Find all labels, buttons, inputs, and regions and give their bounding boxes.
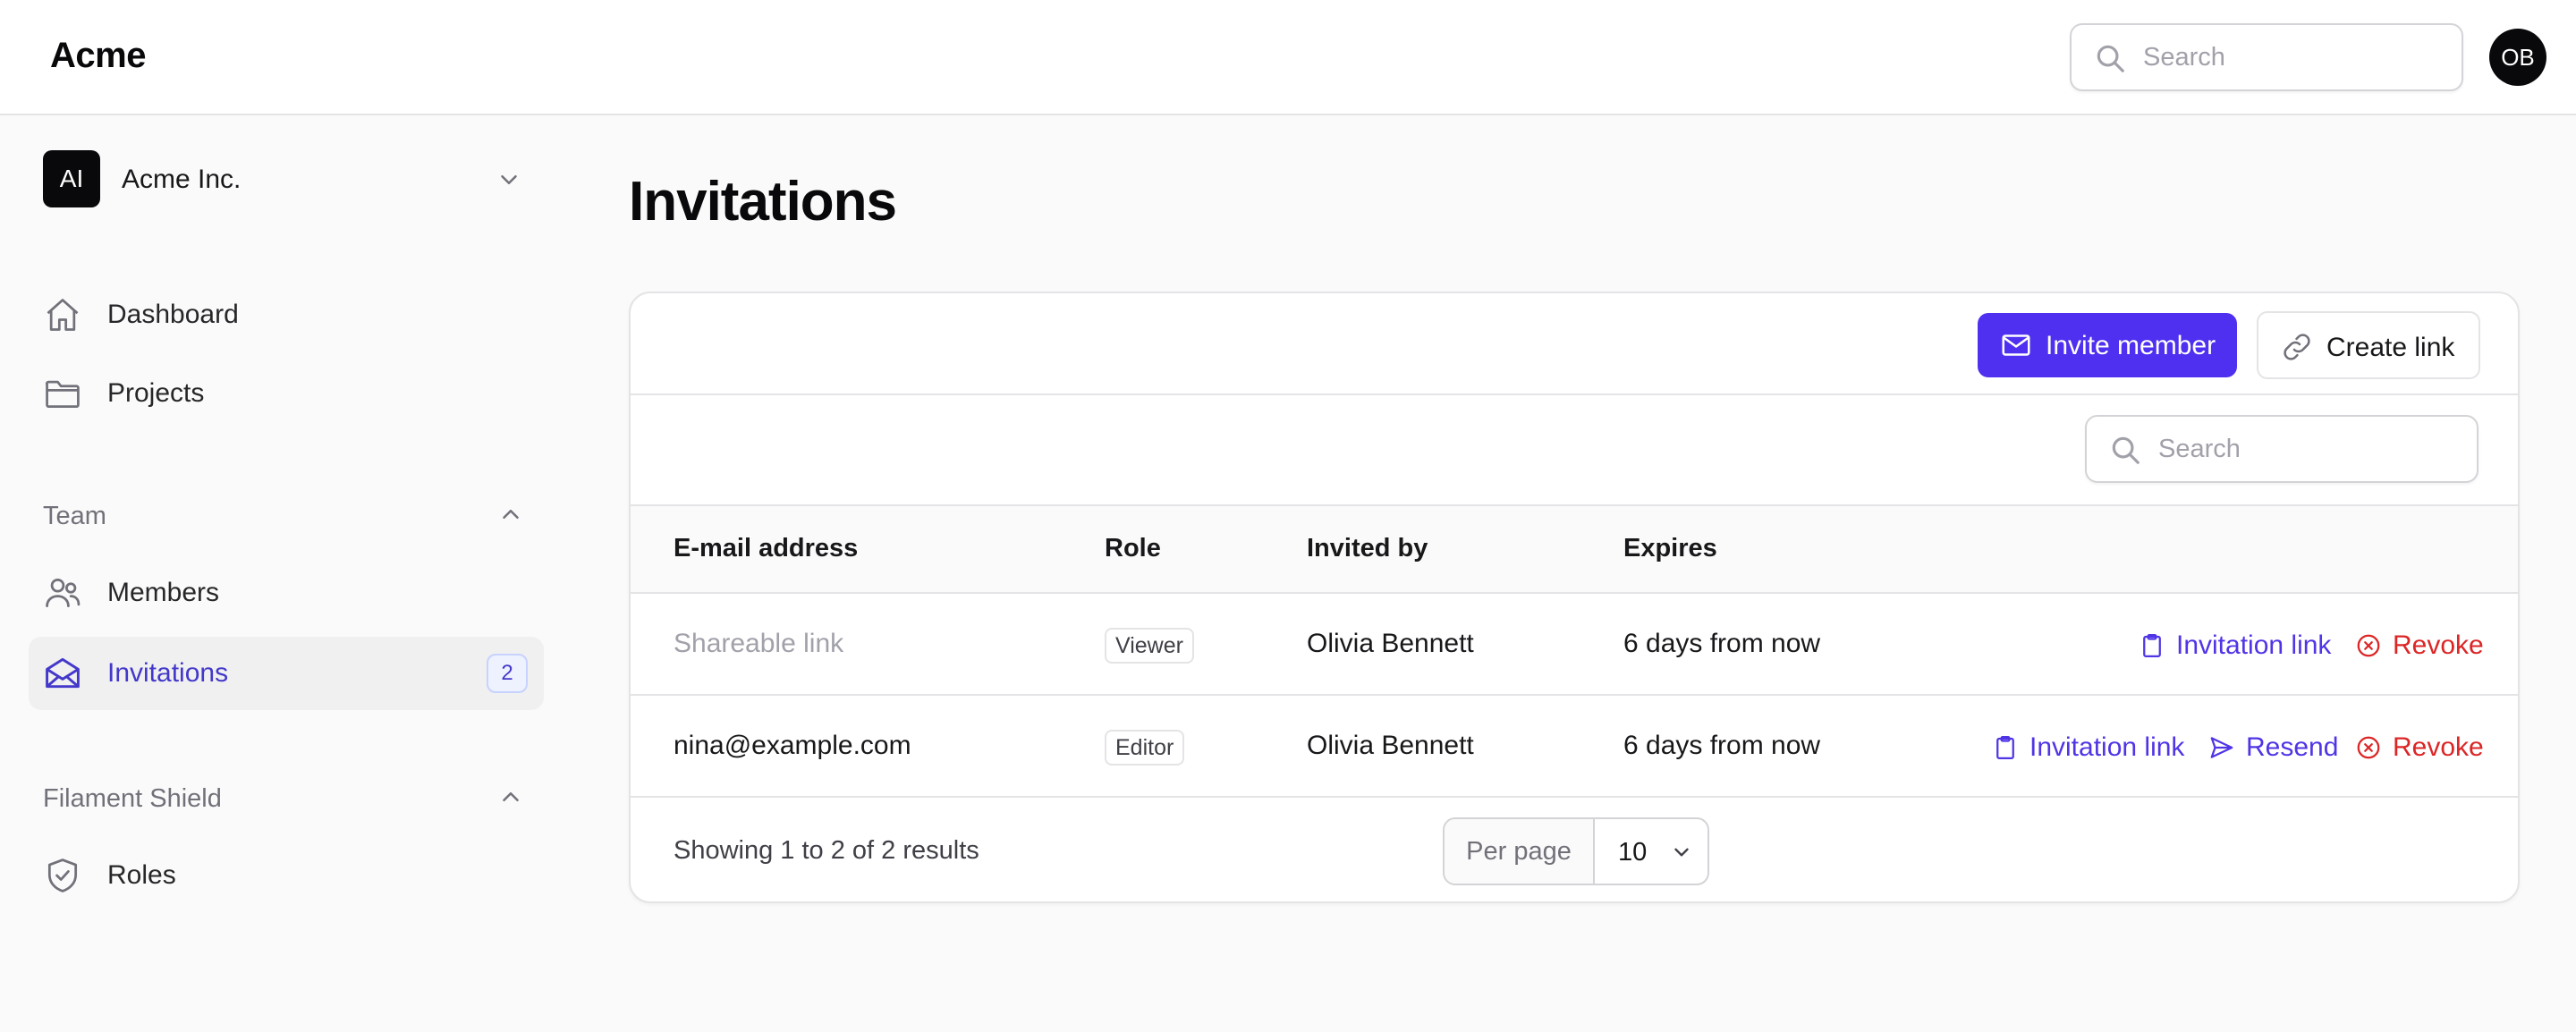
sidebar-item-projects[interactable]: Projects — [29, 357, 544, 430]
invitation-link-label: Invitation link — [2029, 732, 2185, 762]
top-bar: Acme OB — [0, 0, 2576, 115]
column-header-invited-by[interactable]: Invited by — [1307, 534, 1428, 563]
per-page-value[interactable]: 10 — [1618, 838, 1647, 867]
x-circle-icon — [2355, 734, 2382, 761]
results-summary: Showing 1 to 2 of 2 results — [674, 836, 979, 865]
sidebar-item-label: Members — [107, 578, 220, 607]
folder-icon — [43, 374, 82, 413]
revoke-action[interactable]: Revoke — [2355, 730, 2484, 766]
sidebar-item-label: Roles — [107, 860, 176, 890]
invite-member-button[interactable]: Invite member — [1978, 313, 2237, 377]
revoke-label: Revoke — [2393, 630, 2484, 660]
tenant-name: Acme Inc. — [122, 165, 242, 194]
page-title: Invitations — [629, 171, 897, 233]
table-toolbar — [631, 395, 2518, 506]
revoke-label: Revoke — [2393, 732, 2484, 762]
revoke-action[interactable]: Revoke — [2355, 628, 2484, 664]
email-cell: Shareable link — [674, 629, 844, 658]
chevron-up-icon[interactable] — [497, 783, 524, 810]
role-badge: Viewer — [1105, 628, 1194, 664]
per-page-label: Per page — [1445, 819, 1595, 884]
create-link-button[interactable]: Create link — [2257, 311, 2480, 379]
clipboard-icon — [2139, 632, 2165, 659]
clipboard-icon — [1992, 734, 2019, 761]
global-search-input[interactable] — [2143, 25, 2447, 89]
nav-group-team-title[interactable]: Team — [43, 502, 106, 531]
column-header-email[interactable]: E-mail address — [674, 534, 858, 563]
shield-check-icon — [43, 856, 82, 895]
table-search[interactable] — [2085, 415, 2479, 483]
tenant-avatar: AI — [43, 150, 100, 207]
table-pagination: Showing 1 to 2 of 2 results Per page 10 — [631, 798, 2518, 901]
invited-by-cell: Olivia Bennett — [1307, 629, 1474, 658]
create-link-label: Create link — [2326, 333, 2455, 362]
table-header-actions: Invite member Create link — [631, 293, 2518, 395]
per-page-select[interactable]: Per page 10 — [1443, 817, 1709, 885]
table-row: Shareable link Viewer Olivia Bennett 6 d… — [631, 594, 2518, 696]
chevron-up-icon[interactable] — [497, 501, 524, 528]
sidebar-item-roles[interactable]: Roles — [29, 839, 544, 912]
sidebar-item-members[interactable]: Members — [29, 556, 544, 630]
invited-by-cell: Olivia Bennett — [1307, 731, 1474, 760]
sidebar-item-label: Dashboard — [107, 300, 239, 329]
paper-airplane-icon — [2208, 734, 2235, 761]
invitation-link-label: Invitation link — [2176, 630, 2332, 660]
column-header-role[interactable]: Role — [1105, 534, 1161, 563]
x-circle-icon — [2355, 632, 2382, 659]
tenant-switcher[interactable]: AI Acme Inc. — [43, 150, 535, 209]
search-icon — [2108, 433, 2142, 467]
expires-cell: 6 days from now — [1623, 629, 1821, 658]
invitation-link-action[interactable]: Invitation link — [2139, 628, 2331, 664]
expires-cell: 6 days from now — [1623, 731, 1821, 760]
email-cell: nina@example.com — [674, 731, 911, 760]
sidebar-item-invitations[interactable]: Invitations 2 — [29, 637, 544, 710]
sidebar-item-dashboard[interactable]: Dashboard — [29, 278, 544, 351]
resend-label: Resend — [2246, 732, 2339, 762]
envelope-open-icon — [43, 654, 82, 693]
nav-group-filament-shield-title[interactable]: Filament Shield — [43, 784, 222, 814]
users-icon — [43, 573, 82, 613]
invite-member-label: Invite member — [2046, 331, 2216, 360]
user-avatar[interactable]: OB — [2489, 29, 2546, 86]
global-search[interactable] — [2070, 23, 2463, 91]
brand-logo[interactable]: Acme — [50, 36, 146, 76]
table-row: nina@example.com Editor Olivia Bennett 6… — [631, 696, 2518, 798]
table-head: E-mail address Role Invited by Expires — [631, 506, 2518, 594]
column-header-expires[interactable]: Expires — [1623, 534, 1717, 563]
link-icon — [2280, 331, 2314, 363]
count-badge: 2 — [487, 654, 528, 693]
sidebar-item-label: Invitations — [107, 658, 229, 688]
resend-action[interactable]: Resend — [2208, 730, 2338, 766]
invitations-table-card: Invite member Create link E-mail address… — [629, 292, 2520, 903]
home-icon — [43, 295, 82, 334]
role-badge: Editor — [1105, 730, 1185, 766]
chevron-down-icon — [1670, 841, 1693, 864]
invitation-link-action[interactable]: Invitation link — [1992, 730, 2184, 766]
search-icon — [2093, 41, 2127, 75]
envelope-icon — [1999, 329, 2033, 361]
table-search-input[interactable] — [2158, 417, 2462, 481]
chevron-down-icon — [496, 166, 522, 193]
sidebar-item-label: Projects — [107, 378, 205, 408]
